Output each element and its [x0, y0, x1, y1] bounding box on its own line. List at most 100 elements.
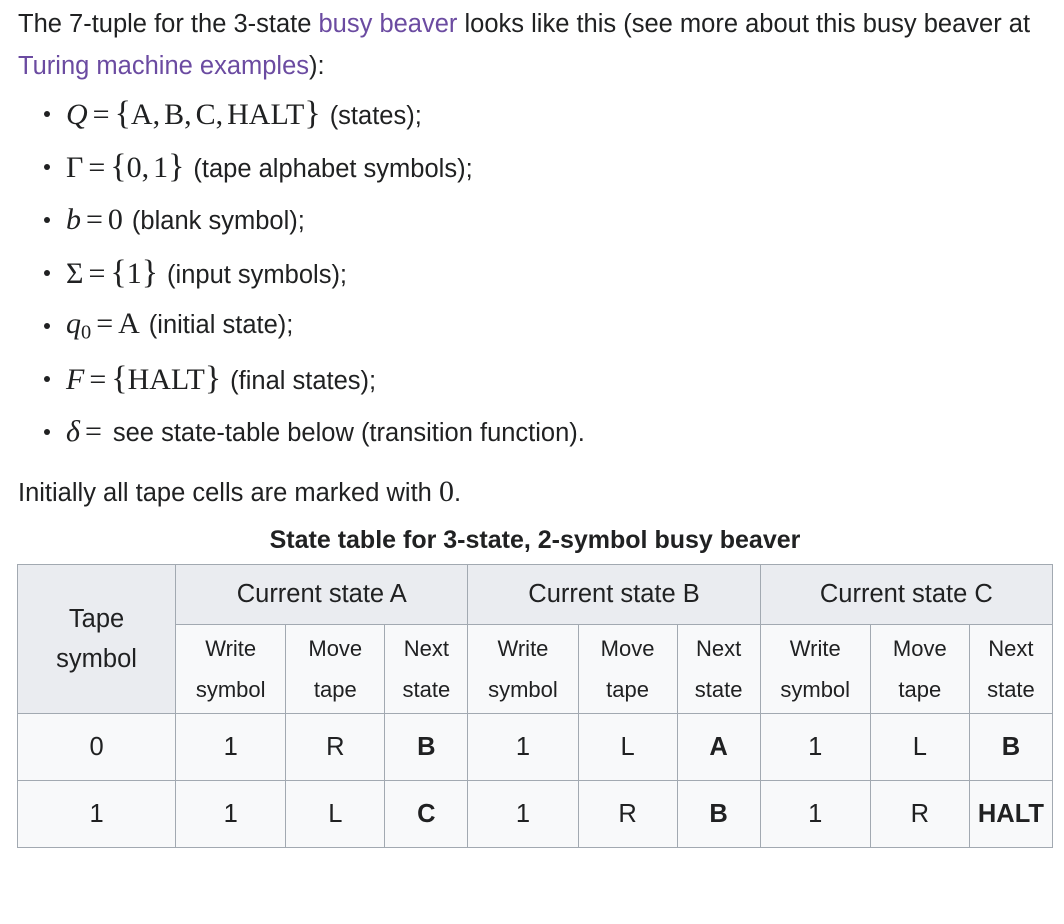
- cell-next-state: C: [384, 780, 469, 848]
- tuple-list-item: Σ = {1} (input symbols);: [0, 246, 1064, 299]
- cell-move-tape: L: [577, 713, 678, 781]
- subheader-line2: tape: [606, 677, 649, 702]
- tuple-item-value-separator: ,: [184, 98, 192, 132]
- intro-text-part-3: ):: [309, 52, 325, 80]
- subheader-cell: Move tape: [869, 624, 970, 714]
- state-table-head: Tape symbol Current state A Current stat…: [16, 564, 1054, 714]
- tuple-item-symbol: δ: [66, 414, 80, 448]
- subheader-cell: Write symbol: [759, 624, 871, 714]
- subheader-cell: Move tape: [285, 624, 386, 714]
- cell-next-state: B: [968, 713, 1054, 781]
- cell-move-tape: R: [577, 780, 678, 848]
- cell-move-tape: L: [285, 780, 386, 848]
- cell-write-symbol: 1: [175, 780, 287, 848]
- subheader-line2: state: [987, 677, 1035, 702]
- initial-note-text-before: Initially all tape cells are marked with: [18, 479, 439, 507]
- tuple-list-item: δ = see state-table below (transition func…: [0, 405, 1064, 458]
- tuple-item-math: Q = {A, B, C, HALT}: [66, 95, 321, 133]
- cell-move-tape: L: [869, 713, 970, 781]
- tuple-item-relation: =: [88, 151, 106, 185]
- tuple-item-value: HALT: [127, 363, 205, 397]
- tuple-item-description: (tape alphabet symbols);: [193, 155, 473, 184]
- tuple-item-close-brace: }: [141, 254, 159, 292]
- tuple-item-math: b = 0: [66, 203, 123, 236]
- tuple-item-value: C: [195, 98, 216, 132]
- tuple-item-relation: =: [88, 257, 106, 291]
- tuple-item-description: (final states);: [230, 367, 377, 396]
- subheader-line1: Write: [789, 636, 841, 661]
- cell-write-symbol: 1: [467, 713, 579, 781]
- tuple-item-symbol-subscript: 0: [81, 321, 92, 344]
- tuple-item-open-brace: {: [110, 148, 127, 186]
- cell-tape-symbol: 1: [16, 780, 177, 848]
- subheader-line1: Move: [308, 636, 363, 661]
- tuple-item-description: (initial state);: [148, 311, 294, 340]
- tuple-item-symbol: q: [66, 307, 81, 341]
- tuple-item-description: (states);: [329, 102, 422, 131]
- tuple-item-relation: =: [92, 98, 110, 132]
- tuple-item-value: 1: [126, 257, 142, 291]
- tuple-item-close-brace: }: [204, 360, 222, 398]
- subheader-line2: symbol: [780, 677, 851, 702]
- tuple-item-content: Σ = {1} (input symbols);: [66, 256, 347, 290]
- tuple-item-math: Σ = {1}: [66, 254, 159, 292]
- cell-write-symbol: 1: [175, 713, 287, 781]
- tuple-item-value: HALT: [227, 98, 305, 132]
- tuple-item-math: q0 = A: [66, 307, 140, 343]
- tuple-item-description: (blank symbol);: [131, 206, 305, 235]
- subheader-line2: symbol: [195, 677, 266, 702]
- cell-next-state: B: [384, 713, 469, 781]
- subheader-cell: Write symbol: [175, 624, 287, 714]
- tuple-item-content: F = {HALT} (final states);: [66, 362, 376, 396]
- cell-move-tape: R: [285, 713, 386, 781]
- tuple-item-symbol: Σ: [66, 257, 84, 291]
- subheader-cell: Next state: [968, 624, 1054, 714]
- tuple-list-item: F = {HALT} (final states);: [0, 352, 1064, 405]
- tuple-item-open-brace: {: [111, 360, 128, 398]
- state-table-body: 0 1 R B 1 L A 1 L B 1 1 L C 1 R B 1 R HALT: [16, 713, 1054, 848]
- table-row: 01RB1LA1LB: [16, 713, 1054, 781]
- cell-next-state: HALT: [968, 780, 1054, 848]
- tuple-item-open-brace: {: [114, 95, 131, 133]
- tuple-item-math: F = {HALT}: [66, 360, 222, 398]
- subheader-line1: Next: [988, 636, 1034, 661]
- cell-next-state: A: [676, 713, 761, 781]
- tuple-item-close-brace: }: [304, 95, 321, 133]
- table-row: 1 1 L C 1 R B 1 R HALT: [16, 780, 1054, 848]
- subheader-line2: state: [402, 677, 451, 702]
- turing-machine-examples-link[interactable]: Turing machine examples: [18, 52, 309, 80]
- tuple-item-math: δ =: [66, 415, 107, 448]
- initial-note-math-value: 0: [438, 475, 454, 508]
- subheader-cell: Next state: [676, 624, 761, 714]
- tuple-item-close-brace: }: [168, 148, 185, 186]
- subheader-line2: state: [694, 677, 743, 702]
- subheader-line1: Next: [696, 636, 742, 661]
- state-table-caption: State table for 3-state, 2-symbol busy b…: [269, 526, 801, 554]
- subheader-cell: Write symbol: [467, 624, 579, 714]
- tuple-list-item: Q = {A, B, C, HALT} (states);: [0, 87, 1064, 140]
- intro-text-part-1: The 7-tuple for the 3-state: [18, 10, 319, 38]
- tuple-item-content: Q = {A, B, C, HALT} (states);: [66, 97, 422, 131]
- cell-next-state: B: [676, 780, 761, 848]
- tuple-item-value: A: [118, 307, 140, 341]
- subheader-line2: tape: [898, 677, 942, 702]
- tuple-list-item: q0 = A (initial state);: [0, 299, 1064, 352]
- tuple-item-content: q0 = A (initial state);: [66, 309, 293, 343]
- tuple-item-value: 1: [153, 151, 169, 185]
- busy-beaver-link[interactable]: busy beaver: [319, 10, 458, 38]
- tuple-item-symbol: Γ: [66, 151, 84, 185]
- header-current-state-b: Current state B: [467, 564, 761, 625]
- tuple-item-relation: =: [84, 414, 102, 448]
- tuple-item-relation: =: [89, 363, 107, 397]
- state-table: Tape symbol Current state A Current stat…: [16, 564, 1054, 848]
- tuple-item-content: δ = see state-table below (transition func…: [66, 415, 585, 448]
- tuple-item-relation: =: [96, 307, 114, 341]
- subheader-cell: Move tape: [577, 624, 678, 714]
- tuple-item-symbol: F: [66, 363, 85, 397]
- initial-tape-note: Initially all tape cells are marked with…: [0, 472, 1064, 514]
- header-current-state-a: Current state A: [175, 564, 469, 625]
- tuple-item-description: see state-table below (transition functi…: [112, 418, 585, 447]
- state-table-block: State table for 3-state, 2-symbol busy b…: [0, 526, 1064, 848]
- subheader-line1: Next: [403, 636, 449, 661]
- subheader-line2: symbol: [488, 677, 558, 702]
